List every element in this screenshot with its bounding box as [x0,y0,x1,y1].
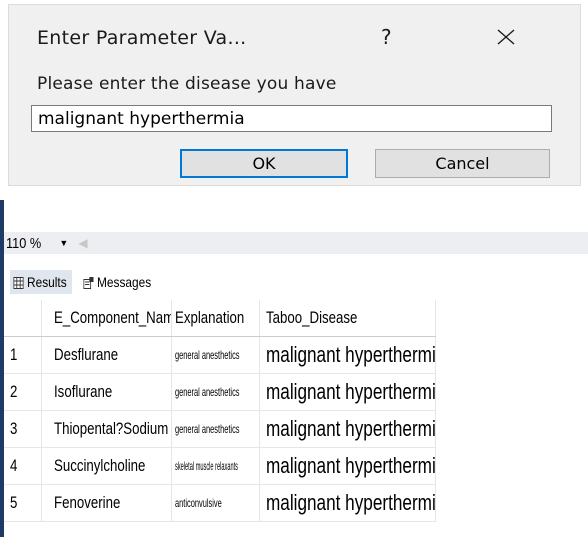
table-cell[interactable]: general anesthetics [172,337,260,373]
results-tabs: Results Messages [4,266,588,294]
help-button[interactable]: ? [381,25,392,49]
grid-icon [13,276,24,289]
table-row[interactable]: 3 Thiopental?Sodium general anesthetics … [4,411,436,448]
table-cell[interactable]: Desflurane [42,337,172,373]
zoom-bar [4,232,588,254]
dialog-title: Enter Parameter Va... [37,27,247,49]
row-number[interactable]: 3 [4,411,42,447]
row-number[interactable]: 5 [4,485,42,521]
ok-button[interactable]: OK [180,149,348,178]
row-number-header [4,300,42,336]
table-row[interactable]: 4 Succinylcholine skeletal muscle relaxa… [4,448,436,485]
table-cell[interactable]: malignant hyperthermia [260,411,436,447]
table-cell[interactable]: general anesthetics [172,374,260,410]
scroll-left-icon[interactable]: ◀ [78,236,87,250]
column-header[interactable]: Taboo_Disease [260,300,436,336]
table-row[interactable]: 5 Fenoverine anticonvulsive malignant hy… [4,485,436,522]
parameter-dialog: Enter Parameter Va... ? Please enter the… [8,4,581,186]
editor-area [0,186,588,271]
messages-icon [83,276,94,289]
row-number[interactable]: 4 [4,448,42,484]
column-header[interactable]: E_Component_Name [42,300,172,336]
tab-messages[interactable]: Messages [80,270,156,294]
parameter-input[interactable] [31,105,552,132]
table-row[interactable]: 1 Desflurane general anesthetics maligna… [4,337,436,374]
column-header[interactable]: Explanation [172,300,260,336]
table-cell[interactable]: malignant hyperthermia [260,485,436,521]
table-cell[interactable]: Thiopental?Sodium [42,411,172,447]
chevron-down-icon: ▼ [59,238,69,248]
table-cell[interactable]: Fenoverine [42,485,172,521]
table-cell[interactable]: skeletal muscle relaxants [172,448,260,484]
table-row[interactable]: 2 Isoflurane general anesthetics maligna… [4,374,436,411]
table-cell[interactable]: Isoflurane [42,374,172,410]
table-cell[interactable]: Succinylcholine [42,448,172,484]
table-cell[interactable]: general anesthetics [172,411,260,447]
tab-results-label: Results [27,274,67,290]
zoom-dropdown[interactable]: 110 % ▼ ◀ [6,232,88,254]
tab-messages-label: Messages [97,274,152,290]
table-cell[interactable]: anticonvulsive [172,485,260,521]
table-cell[interactable]: malignant hyperthermia [260,337,436,373]
tab-results[interactable]: Results [10,270,72,294]
results-grid: E_Component_Name Explanation Taboo_Disea… [4,300,436,522]
row-number[interactable]: 2 [4,374,42,410]
zoom-level: 110 % [6,234,42,252]
parameter-prompt: Please enter the disease you have [37,74,337,94]
grid-header: E_Component_Name Explanation Taboo_Disea… [4,300,436,337]
table-cell[interactable]: malignant hyperthermia [260,448,436,484]
row-number[interactable]: 1 [4,337,42,373]
cancel-button[interactable]: Cancel [375,149,550,178]
close-icon[interactable] [495,26,517,48]
table-cell[interactable]: malignant hyperthermia [260,374,436,410]
